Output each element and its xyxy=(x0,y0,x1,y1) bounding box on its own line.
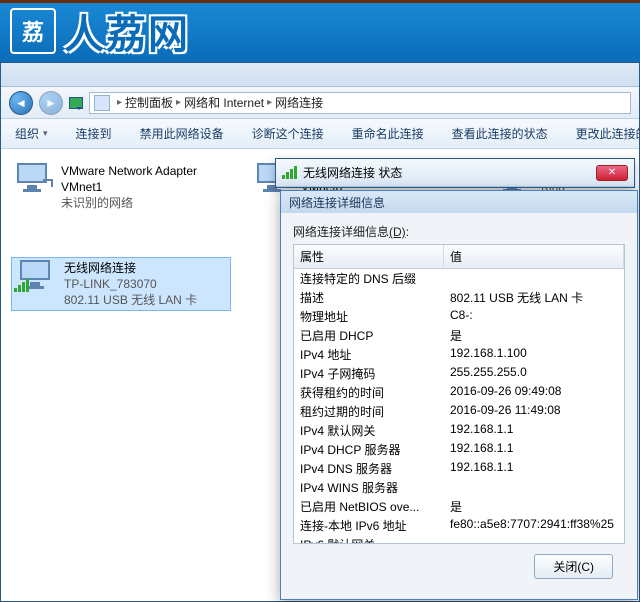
grid-row[interactable]: IPv4 地址192.168.1.100 xyxy=(294,345,624,364)
cell-value: 255.255.255.0 xyxy=(444,364,624,383)
cell-property: IPv4 WINS 服务器 xyxy=(294,478,444,497)
cell-value xyxy=(444,478,624,497)
network-details-dialog[interactable]: 网络连接详细信息 网络连接详细信息(D): 属性 值 连接特定的 DNS 后缀描… xyxy=(280,190,638,600)
nic-icon xyxy=(14,260,56,292)
cell-property: 连接特定的 DNS 后缀 xyxy=(294,269,444,288)
grid-row[interactable]: 已启用 DHCP是 xyxy=(294,326,624,345)
back-button[interactable]: ◄ xyxy=(9,91,33,115)
toolbar-connect[interactable]: 连接到 xyxy=(62,119,126,148)
crumb-control-panel[interactable]: 控制面板 xyxy=(125,94,173,111)
adapter-sub2: 802.11 USB 无线 LAN 卡 xyxy=(64,292,197,308)
breadcrumb[interactable]: ▸ 控制面板 ▸ 网络和 Internet ▸ 网络连接 xyxy=(89,92,631,114)
cell-value: 192.168.1.100 xyxy=(444,345,624,364)
window-titlebar[interactable] xyxy=(1,63,639,87)
grid-row[interactable]: IPv4 WINS 服务器 xyxy=(294,478,624,497)
grid-row[interactable]: IPv4 默认网关192.168.1.1 xyxy=(294,421,624,440)
cell-property: 描述 xyxy=(294,288,444,307)
grid-row[interactable]: 获得租约的时间2016-09-26 09:49:08 xyxy=(294,383,624,402)
details-label: 网络连接详细信息(D): xyxy=(293,223,625,240)
cell-value: 是 xyxy=(444,497,624,516)
col-property[interactable]: 属性 xyxy=(294,245,444,268)
adapter-wifi-selected[interactable]: 无线网络连接 TP-LINK_783070 802.11 USB 无线 LAN … xyxy=(11,257,231,311)
logo-mark: 荔 xyxy=(10,8,56,54)
forward-button[interactable]: ► xyxy=(39,91,63,115)
crumb-connections[interactable]: 网络连接 xyxy=(275,94,323,111)
adapter-sub: TP-LINK_783070 xyxy=(64,276,197,292)
grid-row[interactable]: IPv4 子网掩码255.255.255.0 xyxy=(294,364,624,383)
close-button[interactable]: ✕ xyxy=(596,165,628,181)
cell-property: 已启用 NetBIOS ove... xyxy=(294,497,444,516)
grid-row[interactable]: IPv6 默认网关 xyxy=(294,535,624,544)
toolbar-disable[interactable]: 禁用此网络设备 xyxy=(126,119,238,148)
cell-value: 是 xyxy=(444,326,624,345)
details-titlebar[interactable]: 网络连接详细信息 xyxy=(281,191,637,213)
grid-row[interactable]: 已启用 NetBIOS ove...是 xyxy=(294,497,624,516)
crumb-network-internet[interactable]: 网络和 Internet xyxy=(184,94,264,111)
cell-property: IPv6 默认网关 xyxy=(294,535,444,544)
toolbar: 组织 连接到 禁用此网络设备 诊断这个连接 重命名此连接 查看此连接的状态 更改… xyxy=(1,119,639,149)
nav-row: ◄ ► ▸ 控制面板 ▸ 网络和 Internet ▸ 网络连接 xyxy=(1,87,639,119)
adapter-vmnet1[interactable]: VMware Network Adapter VMnet1 未识别的网络 xyxy=(11,163,231,211)
cell-value: 2016-09-26 09:49:08 xyxy=(444,383,624,402)
cell-property: 租约过期的时间 xyxy=(294,402,444,421)
cell-property: 连接-本地 IPv6 地址 xyxy=(294,516,444,535)
cell-value: C8-: xyxy=(444,307,624,326)
cell-value: 192.168.1.1 xyxy=(444,421,624,440)
toolbar-diagnose[interactable]: 诊断这个连接 xyxy=(238,119,338,148)
cell-value: 2016-09-26 11:49:08 xyxy=(444,402,624,421)
close-details-button[interactable]: 关闭(C) xyxy=(534,554,613,579)
cell-value: fe80::a5e8:7707:2941:ff38%25 xyxy=(444,516,624,535)
grid-row[interactable]: 连接-本地 IPv6 地址fe80::a5e8:7707:2941:ff38%2… xyxy=(294,516,624,535)
cell-property: IPv4 DNS 服务器 xyxy=(294,459,444,478)
cell-property: 物理地址 xyxy=(294,307,444,326)
cell-value: 192.168.1.1 xyxy=(444,459,624,478)
grid-row[interactable]: 连接特定的 DNS 后缀 xyxy=(294,269,624,288)
toolbar-rename[interactable]: 重命名此连接 xyxy=(338,119,438,148)
cell-property: IPv4 子网掩码 xyxy=(294,364,444,383)
cell-property: IPv4 默认网关 xyxy=(294,421,444,440)
cell-property: IPv4 地址 xyxy=(294,345,444,364)
grid-row[interactable]: 描述802.11 USB 无线 LAN 卡 xyxy=(294,288,624,307)
wifi-status-icon xyxy=(69,97,83,109)
adapter-title: VMware Network Adapter VMnet1 xyxy=(61,163,231,195)
logo-text: 人荔网 xyxy=(64,2,190,60)
cell-value xyxy=(444,269,624,288)
dialog-header[interactable]: 无线网络连接 状态 ✕ xyxy=(276,159,634,187)
toolbar-view-status[interactable]: 查看此连接的状态 xyxy=(438,119,562,148)
cell-property: 已启用 DHCP xyxy=(294,326,444,345)
adapter-title: 无线网络连接 xyxy=(64,260,197,276)
site-logo-banner: 荔 人荔网 xyxy=(0,0,640,62)
network-icon xyxy=(94,95,110,111)
wifi-status-dialog[interactable]: 无线网络连接 状态 ✕ xyxy=(275,158,635,188)
grid-header: 属性 值 xyxy=(294,245,624,269)
cell-property: 获得租约的时间 xyxy=(294,383,444,402)
signal-icon xyxy=(282,166,297,179)
dialog-title: 无线网络连接 状态 xyxy=(303,164,402,181)
grid-row[interactable]: IPv4 DHCP 服务器192.168.1.1 xyxy=(294,440,624,459)
toolbar-organize[interactable]: 组织 xyxy=(1,119,62,148)
details-grid[interactable]: 属性 值 连接特定的 DNS 后缀描述802.11 USB 无线 LAN 卡物理… xyxy=(293,244,625,544)
toolbar-change[interactable]: 更改此连接的 xyxy=(562,119,640,148)
cell-value xyxy=(444,535,624,544)
col-value[interactable]: 值 xyxy=(444,245,624,268)
adapter-sub: 未识别的网络 xyxy=(61,195,231,211)
cell-value: 192.168.1.1 xyxy=(444,440,624,459)
cell-value: 802.11 USB 无线 LAN 卡 xyxy=(444,288,624,307)
grid-row[interactable]: 物理地址C8-: xyxy=(294,307,624,326)
grid-row[interactable]: 租约过期的时间2016-09-26 11:49:08 xyxy=(294,402,624,421)
nic-icon xyxy=(11,163,53,195)
cell-property: IPv4 DHCP 服务器 xyxy=(294,440,444,459)
grid-row[interactable]: IPv4 DNS 服务器192.168.1.1 xyxy=(294,459,624,478)
